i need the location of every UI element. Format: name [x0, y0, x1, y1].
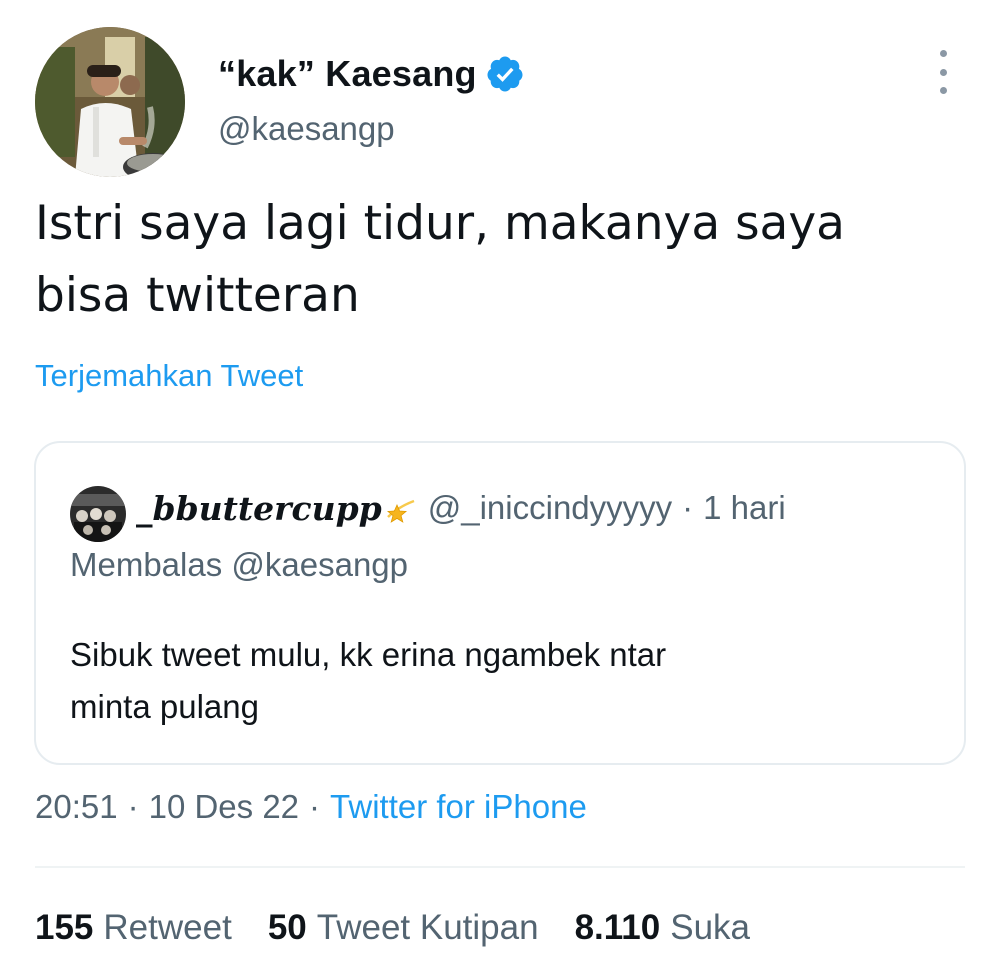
tweet-detail: “kak” Kaesang @kaesangp Istri saya lagi …	[0, 0, 1000, 977]
shooting-star-icon	[384, 491, 418, 525]
retweets-stat[interactable]: 155 Retweet	[35, 908, 232, 948]
quoted-author-avatar[interactable]	[70, 486, 126, 542]
translate-tweet-link[interactable]: Terjemahkan Tweet	[35, 358, 303, 394]
author-handle[interactable]: @kaesangp	[218, 110, 395, 148]
quoted-text-line: Sibuk tweet mulu, kk erina ngambek ntar	[70, 636, 667, 673]
verified-badge-icon	[485, 54, 525, 94]
author-name-row[interactable]: “kak” Kaesang	[218, 48, 525, 100]
author-display-name[interactable]: “kak” Kaesang	[218, 53, 477, 95]
tweet-time[interactable]: 20:51	[35, 788, 118, 826]
replying-to-label: Membalas @kaesangp	[70, 546, 409, 583]
more-options-icon[interactable]	[928, 50, 958, 94]
dot	[939, 50, 947, 57]
avatar-photo	[35, 27, 185, 177]
quoted-tweet-card[interactable]: _bbuttercupp @_iniccindyyyyy · 1 hari Me…	[34, 441, 966, 765]
quoted-tweet-time[interactable]: 1 hari	[703, 489, 786, 527]
quoted-tweet-text: Sibuk tweet mulu, kk erina ngambek ntar …	[70, 629, 910, 733]
dot	[939, 87, 947, 94]
likes-stat[interactable]: 8.110 Suka	[575, 908, 750, 948]
likes-count: 8.110	[574, 908, 661, 947]
tweet-text: Istri saya lagi tidur, makanya saya bisa…	[35, 188, 965, 332]
retweets-count: 155	[35, 908, 94, 947]
tweet-text-line: Istri saya lagi tidur, makanya saya	[35, 196, 845, 251]
tweet-stats: 155 Retweet 50 Tweet Kutipan 8.110 Suka	[35, 908, 786, 948]
separator: ·	[127, 788, 139, 825]
quote-tweets-label: Tweet Kutipan	[316, 908, 539, 947]
quoted-text-line: minta pulang	[70, 688, 259, 725]
tweet-source-link[interactable]: Twitter for iPhone	[330, 788, 587, 826]
dot	[939, 68, 947, 76]
quote-tweets-count: 50	[267, 908, 307, 947]
quoted-author-name[interactable]: _bbuttercupp	[136, 489, 382, 528]
quote-tweets-stat[interactable]: 50 Tweet Kutipan	[268, 908, 539, 948]
quoted-author-handle[interactable]: @_iniccindyyyyy	[428, 489, 672, 527]
tweet-meta: 20:51 · 10 Des 22 · Twitter for iPhone	[35, 788, 587, 826]
tweet-text-line: bisa twitteran	[35, 268, 360, 323]
author-avatar[interactable]	[35, 27, 185, 177]
separator: ·	[309, 788, 321, 825]
retweets-label: Retweet	[103, 908, 232, 947]
quoted-avatar-photo	[70, 486, 126, 542]
quoted-tweet-header: _bbuttercupp @_iniccindyyyyy · 1 hari	[136, 483, 786, 533]
tweet-date[interactable]: 10 Des 22	[149, 788, 299, 826]
separator: ·	[682, 489, 694, 526]
likes-label: Suka	[670, 908, 750, 947]
divider	[35, 866, 965, 868]
